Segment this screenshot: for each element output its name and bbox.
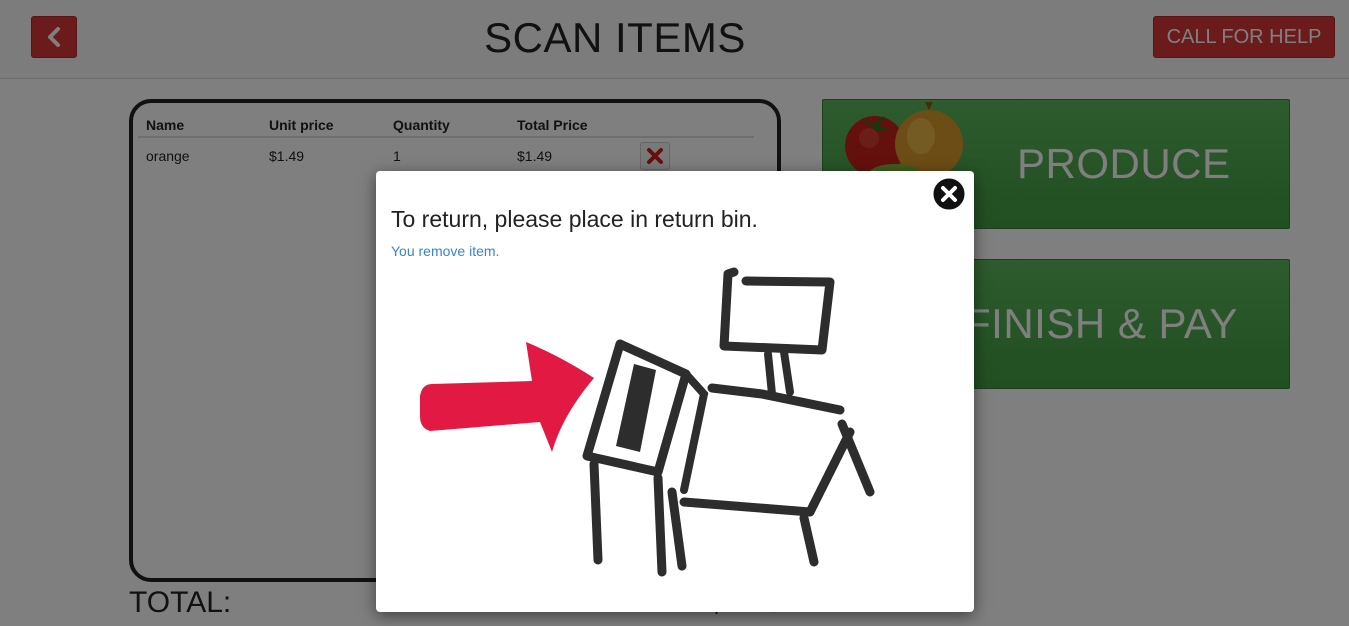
return-modal: To return, please place in return bin. Y… [376, 171, 974, 612]
modal-title: To return, please place in return bin. [391, 206, 758, 232]
arrow-icon [420, 342, 594, 452]
close-icon[interactable] [930, 175, 968, 213]
return-bin-illustration [420, 267, 875, 577]
remove-item-link[interactable]: You remove item. [391, 243, 499, 259]
